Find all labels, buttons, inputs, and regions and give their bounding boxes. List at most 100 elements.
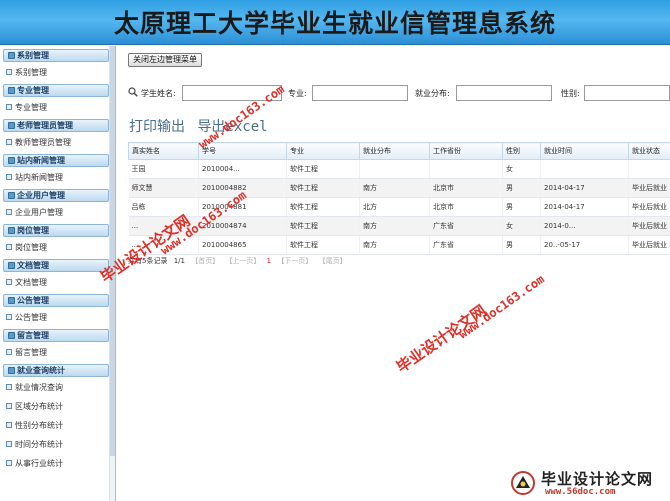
sidebar-scroll-thumb[interactable] xyxy=(110,46,115,456)
first-page-link[interactable]: 【首页】 xyxy=(191,257,219,265)
sidebar-menu-item[interactable]: 站内新闻管理 xyxy=(3,171,109,186)
column-header[interactable]: 学号 xyxy=(198,142,287,160)
menu-item-label: 站内新闻管理 xyxy=(15,173,63,182)
column-header[interactable]: 真实姓名 xyxy=(128,142,199,160)
app-header: 太原理工大学毕业生就业信管理息系统 xyxy=(0,0,670,45)
sidebar-menu-item[interactable]: 专业管理 xyxy=(3,101,109,116)
column-header[interactable]: 性别 xyxy=(502,142,541,160)
search-bar: 学生姓名: 专业: 就业分布: 性别: xyxy=(128,85,670,103)
list-item-icon xyxy=(6,139,12,145)
menu-item-label: 专业管理 xyxy=(15,103,47,112)
current-page[interactable]: 1 xyxy=(267,257,271,265)
menu-item-label: 性别分布统计 xyxy=(15,421,63,430)
sidebar-menu-item[interactable]: 性别分布统计 xyxy=(3,419,109,434)
menu-group-header[interactable]: 岗位管理 xyxy=(3,224,109,237)
sidebar-menu-item[interactable]: 教师管理员管理 xyxy=(3,136,109,151)
list-item-icon xyxy=(6,279,12,285)
menu-group: 岗位管理 岗位管理 xyxy=(0,224,115,256)
column-header[interactable]: 专业 xyxy=(286,142,360,160)
menu-group: 企业用户管理 企业用户管理 xyxy=(0,189,115,221)
list-item-icon xyxy=(6,441,12,447)
export-excel-link[interactable]: 导出excel xyxy=(197,119,267,135)
student-name-input[interactable] xyxy=(182,85,282,101)
list-item-icon xyxy=(6,244,12,250)
menu-item-label: 留言管理 xyxy=(15,348,47,357)
table-cell: 软件工程 xyxy=(286,159,360,179)
print-output-link[interactable]: 打印输出 xyxy=(129,119,185,135)
sidebar-menu-item[interactable]: 岗位管理 xyxy=(3,241,109,256)
list-item-icon xyxy=(6,104,12,110)
sidebar-menu-item[interactable]: 留言管理 xyxy=(3,346,109,361)
sidebar-menu-item[interactable]: 从事行业统计 xyxy=(3,457,109,472)
table-cell: 南方 xyxy=(359,178,430,198)
menu-group-header[interactable]: 文档管理 xyxy=(3,259,109,272)
next-page-link[interactable]: 【下一页】 xyxy=(277,257,312,265)
menu-group-header[interactable]: 站内新闻管理 xyxy=(3,154,109,167)
menu-group-header[interactable]: 留言管理 xyxy=(3,329,109,342)
sidebar-menu-item[interactable]: 就业情况查询 xyxy=(3,381,109,396)
brand-logo-icon xyxy=(511,471,535,495)
table-cell: 2010004874 xyxy=(198,216,287,236)
table-cell: 南方 xyxy=(359,216,430,236)
menu-group-header[interactable]: 老师管理员管理 xyxy=(3,119,109,132)
table-cell: 男 xyxy=(502,197,541,217)
distribution-input[interactable] xyxy=(456,85,552,101)
graduate-table: 真实姓名 学号 专业 就业分布 工作省份 性别 就业时间 就业状态 王园 2010004... 软… xyxy=(128,142,670,255)
column-header[interactable]: 就业分布 xyxy=(359,142,430,160)
table-cell xyxy=(628,159,670,179)
table-cell: 女 xyxy=(502,216,541,236)
menu-item-label: 从事行业统计 xyxy=(15,459,63,468)
brand-watermark: 毕业设计论文网 www.56doc.com xyxy=(505,466,670,501)
folder-icon xyxy=(8,367,15,374)
table-cell: 2010004881 xyxy=(198,197,287,217)
menu-group-title: 系别管理 xyxy=(17,51,49,60)
prev-page-link[interactable]: 【上一页】 xyxy=(225,257,260,265)
sidebar-menu-item[interactable]: 系别管理 xyxy=(3,66,109,81)
sidebar-menu-item[interactable]: 文档管理 xyxy=(3,276,109,291)
menu-group-header[interactable]: 专业管理 xyxy=(3,84,109,97)
sidebar-scrollbar[interactable] xyxy=(109,46,115,501)
table-header-row: 真实姓名 学号 专业 就业分布 工作省份 性别 就业时间 就业状态 xyxy=(128,142,670,160)
table-row[interactable]: 师文慧 2010004882 软件工程 南方 北京市男 2014-04-17 毕业后就业 xyxy=(128,178,670,198)
sidebar-menu-item[interactable]: 区域分布统计 xyxy=(3,400,109,415)
sidebar-menu-item[interactable]: 时间分布统计 xyxy=(3,438,109,453)
table-cell: 20..-05-17 xyxy=(540,235,629,255)
table-cell: 王园 xyxy=(128,159,199,179)
sidebar-menu-item[interactable]: 企业用户管理 xyxy=(3,206,109,221)
menu-group-header[interactable]: 公告管理 xyxy=(3,294,109,307)
menu-group-header[interactable]: 就业查询统计 xyxy=(3,364,109,377)
search-icon xyxy=(128,87,138,97)
table-cell: 南方 xyxy=(359,235,430,255)
column-header[interactable]: 就业时间 xyxy=(540,142,629,160)
last-page-link[interactable]: 【尾页】 xyxy=(319,257,347,265)
table-cell: 2010004865 xyxy=(198,235,287,255)
table-cell: 毕业后就业 xyxy=(628,216,670,236)
column-header[interactable]: 工作省份 xyxy=(429,142,503,160)
list-item-icon xyxy=(6,384,12,390)
list-item-icon xyxy=(6,69,12,75)
export-links: 打印输出 导出excel xyxy=(129,116,272,136)
menu-item-label: 就业情况查询 xyxy=(15,383,63,392)
sidebar-menu-item[interactable]: 公告管理 xyxy=(3,311,109,326)
table-row[interactable]: 吕栋 2010004881 软件工程 北方 北京市男 2014-04-17 毕业后就业 xyxy=(128,197,670,217)
table-row[interactable]: ... 2010004874 软件工程 南方 广东省女 2014-0... 毕业后就业 xyxy=(128,216,670,236)
menu-item-label: 岗位管理 xyxy=(15,243,47,252)
menu-item-label: 公告管理 xyxy=(15,313,47,322)
table-row[interactable]: 王园 2010004... 软件工程 女 xyxy=(128,159,670,179)
menu-group-header[interactable]: 系别管理 xyxy=(3,49,109,62)
folder-icon xyxy=(8,297,15,304)
major-input[interactable] xyxy=(312,85,408,101)
menu-group: 就业查询统计就业情况查询区域分布统计性别分布统计时间分布统计从事行业统计 xyxy=(0,364,115,472)
menu-group-header[interactable]: 企业用户管理 xyxy=(3,189,109,202)
menu-group: 系别管理 系别管理 xyxy=(0,49,115,81)
folder-icon xyxy=(8,192,15,199)
close-left-menu-button[interactable]: 关闭左边管理菜单 xyxy=(128,53,202,67)
list-item-icon xyxy=(6,174,12,180)
table-row[interactable]: ... 2010004865 软件工程 南方 广东省男 20..-05-17 毕业后就业 xyxy=(128,235,670,255)
folder-icon xyxy=(8,52,15,59)
gender-input[interactable] xyxy=(584,85,670,101)
table-cell: 2010004... xyxy=(198,159,287,179)
column-header[interactable]: 就业状态 xyxy=(628,142,670,160)
table-cell: 毕业后就业 xyxy=(628,178,670,198)
list-item-icon xyxy=(6,209,12,215)
